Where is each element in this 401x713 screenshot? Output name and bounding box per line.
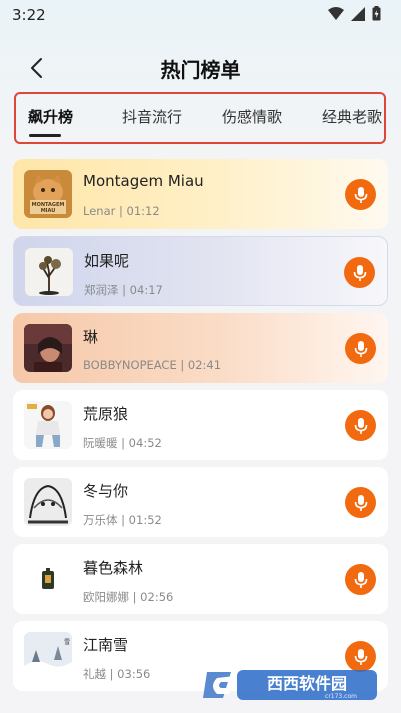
album-cover: 雪 xyxy=(24,632,72,680)
svg-text:MIAU: MIAU xyxy=(41,208,56,214)
album-cover xyxy=(24,478,72,526)
song-card[interactable]: 琳 BOBBYNOPEACE | 02:41 xyxy=(13,313,388,383)
snow-cover-image: 雪 xyxy=(24,632,72,680)
status-bar: 3:22 xyxy=(0,0,401,30)
album-cover xyxy=(24,324,72,372)
song-card[interactable]: 暮色森林 欧阳娜娜 | 02:56 xyxy=(13,544,388,614)
microphone-icon xyxy=(354,571,367,588)
microphone-icon xyxy=(353,264,366,281)
signal-icon xyxy=(351,6,365,21)
song-card[interactable]: 如果呢 郑润泽 | 04:17 xyxy=(13,236,388,306)
sing-button[interactable] xyxy=(344,257,375,288)
microphone-icon xyxy=(354,494,367,511)
song-card[interactable]: 荒原狼 阮暖暖 | 04:52 xyxy=(13,390,388,460)
wifi-icon xyxy=(328,6,344,20)
sing-button[interactable] xyxy=(345,179,376,210)
song-title: 江南雪 xyxy=(83,636,129,654)
status-icons xyxy=(328,6,381,21)
song-meta: Lenar | 01:12 xyxy=(83,204,160,218)
microphone-icon xyxy=(354,648,367,665)
sing-button[interactable] xyxy=(345,333,376,364)
album-cover xyxy=(24,401,72,449)
battery-icon xyxy=(372,6,381,21)
girl-cover-image xyxy=(24,401,72,449)
microphone-icon xyxy=(354,186,367,203)
sing-button[interactable] xyxy=(345,487,376,518)
svg-text:cr173.com: cr173.com xyxy=(325,693,357,700)
song-card[interactable]: 冬与你 万乐体 | 01:52 xyxy=(13,467,388,537)
microphone-icon xyxy=(354,417,367,434)
song-meta: 郑润泽 | 04:17 xyxy=(84,283,163,297)
song-meta: 万乐体 | 01:52 xyxy=(83,513,162,527)
tab-soaring[interactable]: 飙升榜 xyxy=(28,106,73,127)
svg-text:雪: 雪 xyxy=(64,639,70,646)
song-title: 荒原狼 xyxy=(83,405,129,423)
album-cover xyxy=(24,555,72,603)
song-card[interactable]: MONTAGEM MIAU Montagem Miau Lenar | 01:1… xyxy=(13,159,388,229)
song-title: Montagem Miau xyxy=(83,172,204,190)
watermark-logo: 西西软件园 cr173.com xyxy=(203,670,377,700)
song-meta: 礼越 | 03:56 xyxy=(83,667,151,681)
sketch-cover-image xyxy=(24,478,72,526)
header: 热门榜单 xyxy=(0,46,401,90)
tab-classic-oldies[interactable]: 经典老歌 xyxy=(322,106,382,127)
active-tab-indicator xyxy=(29,134,61,137)
microphone-icon xyxy=(354,340,367,357)
sing-button[interactable] xyxy=(345,410,376,441)
song-title: 冬与你 xyxy=(83,482,129,500)
sing-button[interactable] xyxy=(345,564,376,595)
svg-text:西西软件园: 西西软件园 xyxy=(267,674,347,693)
cat-cover-image: MONTAGEM MIAU xyxy=(24,170,72,218)
album-cover xyxy=(25,248,73,296)
song-meta: 阮暖暖 | 04:52 xyxy=(83,436,162,450)
tab-sad-love-songs[interactable]: 伤感情歌 xyxy=(222,106,282,127)
page-title: 热门榜单 xyxy=(160,58,241,82)
tree-cover-image xyxy=(25,248,73,296)
category-tabs: 飙升榜 抖音流行 伤感情歌 经典老歌 xyxy=(14,92,386,144)
portrait-cover-image xyxy=(24,324,72,372)
song-meta: 欧阳娜娜 | 02:56 xyxy=(83,590,174,604)
song-title: 暮色森林 xyxy=(83,559,144,577)
song-title: 如果呢 xyxy=(84,252,130,270)
status-time: 3:22 xyxy=(12,6,46,24)
song-title: 琳 xyxy=(83,328,99,346)
album-cover: MONTAGEM MIAU xyxy=(24,170,72,218)
tab-douyin-popular[interactable]: 抖音流行 xyxy=(122,106,182,127)
lantern-cover-image xyxy=(24,555,72,603)
song-meta: BOBBYNOPEACE | 02:41 xyxy=(83,358,222,372)
